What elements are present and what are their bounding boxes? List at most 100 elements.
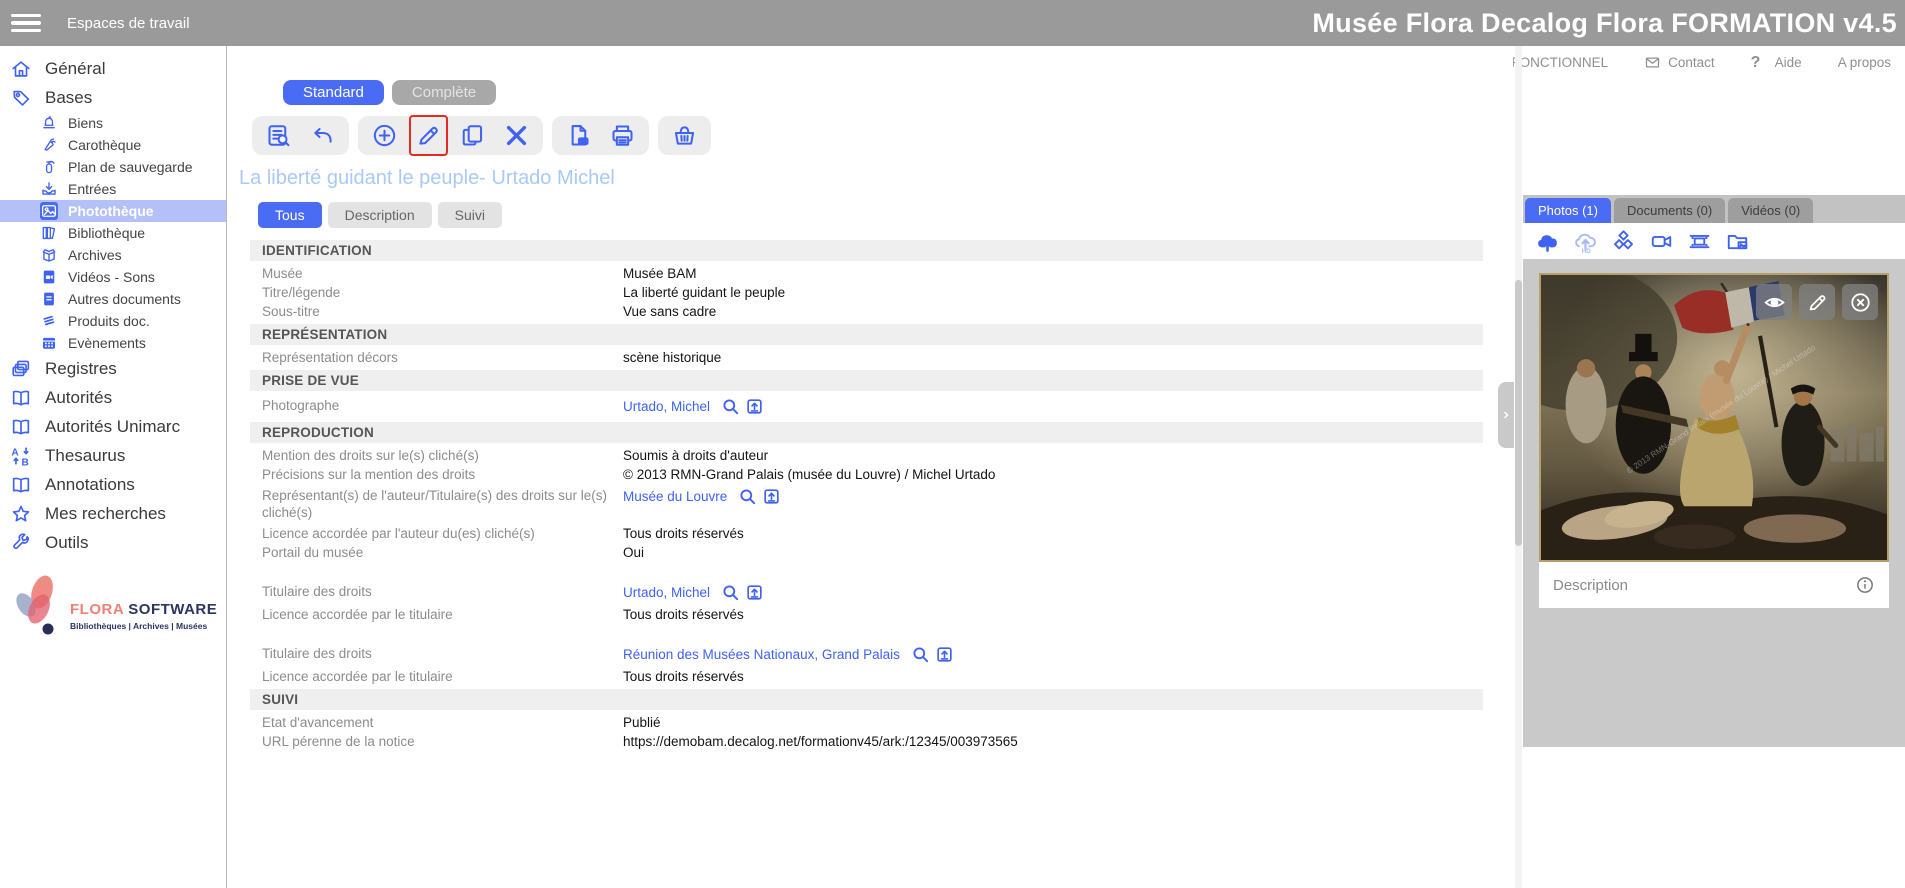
cubes-3d-button[interactable] <box>1611 229 1636 254</box>
sidebar-item-ev-nements[interactable]: Evènements <box>0 332 226 354</box>
file-export-button[interactable] <box>565 122 592 149</box>
record-tab-tous[interactable]: Tous <box>258 202 322 228</box>
photo-thumbnail[interactable]: © 2013 RMN-Grand Palais (musée du Louvre… <box>1539 273 1889 562</box>
main-scrollbar-thumb[interactable] <box>1515 280 1522 546</box>
sidebar-item-vid-os-sons[interactable]: Vidéos - Sons <box>0 266 226 288</box>
cloud-upload-hd-button[interactable]: HD <box>1573 229 1598 254</box>
flora-flower-icon <box>6 573 68 637</box>
svg-text:A: A <box>11 447 19 458</box>
sidebar-item-thesaurus[interactable]: ABThesaurus <box>0 441 226 470</box>
utility-item-a-propos[interactable]: A propos <box>1838 55 1891 70</box>
sidebar-item-registres[interactable]: Registres <box>0 354 226 383</box>
open-window-icon[interactable] <box>935 645 954 664</box>
basket-button[interactable] <box>671 122 698 149</box>
record-tab-suivi[interactable]: Suivi <box>438 202 502 228</box>
photo-pencil-button[interactable] <box>1799 284 1835 320</box>
open-book-icon <box>10 387 32 409</box>
open-window-icon[interactable] <box>745 397 764 416</box>
printer-button[interactable] <box>609 122 636 149</box>
field-value: La liberté guidant le peuple <box>623 284 785 301</box>
workspace-label: Espaces de travail <box>67 15 190 32</box>
row-spacer <box>250 624 1483 642</box>
sidebar-item-autorit-s[interactable]: Autorités <box>0 383 226 412</box>
magnifier-icon[interactable] <box>721 397 740 416</box>
undo-button[interactable] <box>309 122 336 149</box>
sidebar-item-phototh-que[interactable]: Photothèque <box>0 200 226 222</box>
open-window-icon[interactable] <box>762 487 781 506</box>
field-value-link[interactable]: Musée du Louvre <box>623 487 781 506</box>
field-value-link[interactable]: Urtado, Michel <box>623 583 764 602</box>
view-switch-standard-button[interactable]: Standard <box>283 80 384 105</box>
sidebar-item-biblioth-que[interactable]: Bibliothèque <box>0 222 226 244</box>
record-tab-description[interactable]: Description <box>328 202 432 228</box>
panel-collapse-handle[interactable] <box>1498 382 1514 448</box>
sidebar-item-autorit-s-unimarc[interactable]: Autorités Unimarc <box>0 412 226 441</box>
folder-image-button[interactable] <box>1725 229 1750 254</box>
magnifier-icon[interactable] <box>911 645 930 664</box>
sidebar-item-label: Evènements <box>68 335 146 351</box>
field-value: Musée BAM <box>623 265 697 282</box>
doc-file-icon <box>40 290 58 308</box>
sidebar-item-mes-recherches[interactable]: Mes recherches <box>0 499 226 528</box>
field-row: Mention des droits sur le(s) cliché(s)So… <box>250 446 1483 465</box>
field-label: Licence accordée par le titulaire <box>250 668 614 685</box>
open-window-icon[interactable] <box>745 583 764 602</box>
field-value-text: scène historique <box>623 350 721 365</box>
sidebar-item-caroth-que[interactable]: Carothèque <box>0 134 226 156</box>
field-value-text: Réunion des Musées Nationaux, Grand Pala… <box>623 646 900 663</box>
app-title: Musée Flora Decalog Flora FORMATION v4.5 <box>1312 8 1897 39</box>
field-value-text: © 2013 RMN-Grand Palais (musée du Louvre… <box>623 467 995 482</box>
field-label: URL pérenne de la notice <box>250 733 614 750</box>
main-content: Standard Complète La liberté guidant le p… <box>228 46 1513 888</box>
doc-stack-icon <box>40 312 58 330</box>
cloud-upload-button[interactable] <box>1535 229 1560 254</box>
field-value-text: Publié <box>623 715 661 730</box>
sidebar-item-biens[interactable]: Biens <box>0 112 226 134</box>
info-icon[interactable] <box>1855 575 1875 595</box>
media-tab-documents-0-[interactable]: Documents (0) <box>1614 198 1725 223</box>
field-value: Vue sans cadre <box>623 303 716 320</box>
photo-close-circle-button[interactable] <box>1842 284 1878 320</box>
sidebar-item-annotations[interactable]: Annotations <box>0 470 226 499</box>
sidebar-item-entr-es[interactable]: Entrées <box>0 178 226 200</box>
field-value-link[interactable]: Urtado, Michel <box>623 397 764 416</box>
field-label: Représentant(s) de l'auteur/Titulaire(s)… <box>250 487 614 521</box>
utility-item-contact[interactable]: Contact <box>1644 54 1715 71</box>
calendar-icon <box>40 334 58 352</box>
sidebar-item-plan-de-sauvegarde[interactable]: Plan de sauvegarde <box>0 156 226 178</box>
magnifier-icon[interactable] <box>738 487 757 506</box>
magnifier-icon[interactable] <box>721 583 740 602</box>
copy-button[interactable] <box>459 122 486 149</box>
field-value: Tous droits réservés <box>623 606 744 623</box>
photo-icon <box>40 202 58 220</box>
field-label: Titre/légende <box>250 284 614 301</box>
sidebar-item-label: Plan de sauvegarde <box>68 159 193 175</box>
photo-overlay-actions <box>1756 284 1878 320</box>
list-search-button[interactable] <box>265 122 292 149</box>
video-camera-button[interactable] <box>1649 229 1674 254</box>
media-tab-vid-os-0-[interactable]: Vidéos (0) <box>1728 198 1813 223</box>
photo-eye-button[interactable] <box>1756 284 1792 320</box>
view-switch-compl-te-button[interactable]: Complète <box>392 80 496 105</box>
field-label: Représentation décors <box>250 349 614 366</box>
media-tab-photos-1-[interactable]: Photos (1) <box>1525 198 1611 223</box>
sidebar-item-g-n-ral[interactable]: Général <box>0 54 226 83</box>
delete-x-button[interactable] <box>503 122 530 149</box>
logo-tagline: Bibliothèques | Archives | Musées <box>70 621 217 631</box>
utility-item-label: Aide <box>1775 55 1802 70</box>
sidebar-item-bases[interactable]: Bases <box>0 83 226 112</box>
sidebar-item-outils[interactable]: Outils <box>0 528 226 557</box>
field-value-text: Musée BAM <box>623 266 697 281</box>
sidebar-item-archives[interactable]: Archives <box>0 244 226 266</box>
row-spacer <box>250 562 1483 580</box>
film-strip-button[interactable] <box>1687 229 1712 254</box>
sidebar-item-label: Registres <box>45 359 117 379</box>
plus-circle-button[interactable] <box>371 122 398 149</box>
utility-item-aide[interactable]: ?Aide <box>1751 54 1802 71</box>
field-value-link[interactable]: Réunion des Musées Nationaux, Grand Pala… <box>623 645 954 664</box>
hamburger-menu-icon[interactable] <box>11 14 41 33</box>
sidebar-item-autres-documents[interactable]: Autres documents <box>0 288 226 310</box>
pencil-button[interactable] <box>415 122 442 149</box>
media-panel-toolbar: HD <box>1523 223 1905 259</box>
sidebar-item-produits-doc-[interactable]: Produits doc. <box>0 310 226 332</box>
